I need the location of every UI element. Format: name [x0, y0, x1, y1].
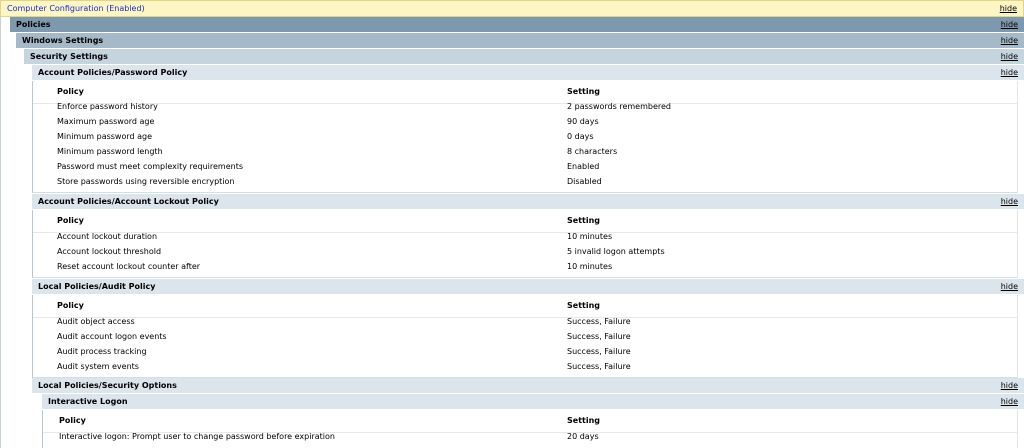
table-row-setting: Success, Failure: [567, 347, 631, 356]
interactive-logon-header: Interactive Logon hide: [42, 394, 1024, 410]
table-row-setting: 8 characters: [567, 147, 618, 156]
security-settings-title: Security Settings: [30, 52, 108, 61]
table-row-setting: 2 passwords remembered: [567, 102, 671, 111]
password-policy-hide-link[interactable]: hide: [1001, 65, 1018, 81]
audit-policy-header: Local Policies/Audit Policy hide: [32, 279, 1024, 295]
table-row-policy: Interactive logon: Prompt user to change…: [59, 432, 335, 441]
policy-column-header: Policy: [57, 87, 84, 96]
table-row-policy: Store passwords using reversible encrypt…: [57, 177, 235, 186]
table-row-policy: Audit process tracking: [57, 347, 147, 356]
header-rule: [33, 103, 1017, 104]
windows-settings-title: Windows Settings: [22, 36, 104, 45]
table-row-policy: Account lockout duration: [57, 232, 158, 241]
table-row-setting: Disabled: [567, 177, 602, 186]
table-row-setting: 10 minutes: [567, 232, 613, 241]
setting-column-header: Setting: [567, 216, 600, 225]
table-row-policy: Maximum password age: [57, 117, 155, 126]
computer-configuration-title: Computer Configuration (Enabled): [7, 4, 145, 13]
interactive-logon-hide-link[interactable]: hide: [1001, 394, 1018, 410]
table-row-setting: 10 minutes: [567, 262, 613, 271]
setting-column-header: Setting: [567, 416, 600, 425]
security-settings-header: Security Settings hide: [24, 49, 1024, 65]
table-row-setting: 90 days: [567, 117, 599, 126]
table-row-setting: 20 days: [567, 432, 599, 441]
security-settings-hide-link[interactable]: hide: [1001, 49, 1018, 65]
security-options-hide-link[interactable]: hide: [1001, 378, 1018, 394]
policies-title: Policies: [16, 20, 51, 29]
header-rule: [33, 317, 1017, 318]
table-row-policy: Audit account logon events: [57, 332, 167, 341]
table-row-policy: Enforce password history: [57, 102, 158, 111]
password-policy-table: Policy Setting Enforce password history …: [32, 81, 1018, 193]
left-border: [0, 0, 1, 448]
table-row-setting: Success, Failure: [567, 332, 631, 341]
policy-column-header: Policy: [57, 301, 84, 310]
account-lockout-policy-header: Account Policies/Account Lockout Policy …: [32, 194, 1024, 210]
table-row-setting: Success, Failure: [567, 317, 631, 326]
setting-column-header: Setting: [567, 301, 600, 310]
security-options-header: Local Policies/Security Options hide: [32, 378, 1024, 394]
password-policy-header: Account Policies/Password Policy hide: [32, 65, 1024, 81]
interactive-logon-table: Policy Setting Interactive logon: Prompt…: [42, 410, 1018, 448]
table-row-policy: Reset account lockout counter after: [57, 262, 201, 271]
security-options-title: Local Policies/Security Options: [38, 381, 177, 390]
audit-policy-hide-link[interactable]: hide: [1001, 279, 1018, 295]
table-row-policy: Audit object access: [57, 317, 135, 326]
windows-settings-header: Windows Settings hide: [16, 33, 1024, 49]
table-row-policy: Minimum password length: [57, 147, 163, 156]
table-row-policy: Minimum password age: [57, 132, 153, 141]
computer-configuration-header: Computer Configuration (Enabled) hide: [0, 0, 1024, 17]
policies-hide-link[interactable]: hide: [1001, 17, 1018, 33]
table-row-policy: Password must meet complexity requiremen…: [57, 162, 244, 171]
policy-column-header: Policy: [57, 216, 84, 225]
audit-policy-title: Local Policies/Audit Policy: [38, 282, 156, 291]
table-row-setting: Success, Failure: [567, 362, 631, 371]
header-rule: [33, 232, 1017, 233]
windows-settings-hide-link[interactable]: hide: [1001, 33, 1018, 49]
policies-header: Policies hide: [10, 17, 1024, 33]
audit-policy-table: Policy Setting Audit object access Succe…: [32, 295, 1018, 378]
table-row-policy: Account lockout threshold: [57, 247, 162, 256]
account-lockout-policy-hide-link[interactable]: hide: [1001, 194, 1018, 210]
account-lockout-policy-title: Account Policies/Account Lockout Policy: [38, 197, 219, 206]
table-row-setting: 0 days: [567, 132, 594, 141]
setting-column-header: Setting: [567, 87, 600, 96]
table-row-policy: Audit system events: [57, 362, 139, 371]
table-row-setting: 5 invalid logon attempts: [567, 247, 665, 256]
table-row-setting: Enabled: [567, 162, 600, 171]
account-lockout-policy-table: Policy Setting Account lockout duration …: [32, 210, 1018, 278]
computer-configuration-hide-link[interactable]: hide: [1000, 1, 1017, 17]
policy-column-header: Policy: [59, 416, 86, 425]
interactive-logon-title: Interactive Logon: [48, 397, 128, 406]
password-policy-title: Account Policies/Password Policy: [38, 68, 188, 77]
